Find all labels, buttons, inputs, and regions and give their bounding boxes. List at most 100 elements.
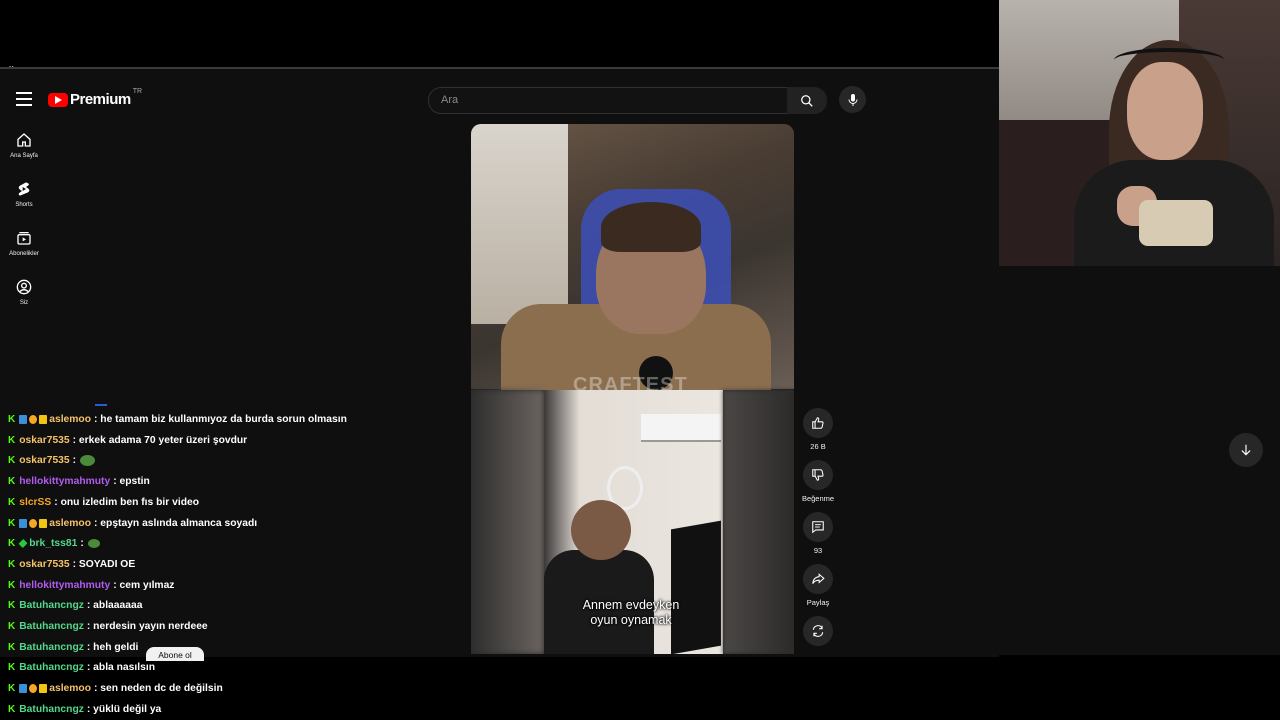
yellow-badge-icon — [39, 684, 48, 694]
nav-label: Shorts — [15, 202, 33, 208]
video-top-frame: CRAFTEST — [471, 124, 794, 396]
yellow-badge-icon — [39, 518, 48, 528]
shorts-video-player[interactable]: CRAFTEST Annem evdeyken oyun oynamak — [471, 124, 794, 654]
webcam-headphones — [1114, 48, 1224, 72]
nav-home[interactable]: Ana Sayfa — [0, 132, 48, 159]
comment-count: 93 — [813, 546, 823, 555]
streamer-webcam — [999, 0, 1280, 266]
chat-text: : epstin — [113, 476, 150, 488]
chat-divider — [95, 404, 107, 406]
youtube-play-icon — [48, 92, 68, 107]
like-count: 26 B — [810, 442, 826, 451]
chat-message: Koskar7535: SOYADI OE — [8, 554, 135, 575]
share-icon — [812, 573, 825, 584]
kick-badge-icon: K — [8, 703, 16, 715]
menu-icon[interactable] — [16, 92, 32, 106]
chat-text: : yüklü değil ya — [86, 703, 162, 715]
dislike-label: Beğenme — [801, 494, 835, 503]
nav-shorts[interactable]: Shorts — [0, 181, 48, 208]
chat-username[interactable]: hellokittymahmuty — [19, 575, 110, 596]
nav-subscriptions[interactable]: Abonelikler — [0, 230, 48, 257]
chat-username[interactable]: Batuhancngz — [19, 637, 84, 658]
search-input[interactable]: Ara — [428, 87, 788, 114]
video-person-hair — [601, 202, 701, 252]
dislike-button[interactable] — [803, 460, 833, 490]
video-person2-head — [571, 500, 631, 560]
kick-badge-icon: K — [8, 621, 16, 632]
chat-username[interactable]: Batuhancngz — [19, 657, 84, 678]
nav-label: Ana Sayfa — [10, 153, 38, 159]
chat-message: Khellokittymahmuty: cem yılmaz — [8, 575, 174, 596]
pepe-emote-icon — [87, 539, 100, 549]
chat-message: Khellokittymahmuty: epstin — [8, 471, 150, 492]
logo-text: Premium — [70, 91, 131, 108]
chat-username[interactable]: oskar7535 — [19, 450, 69, 471]
chat-username[interactable]: aslemoo — [49, 678, 91, 699]
shorts-icon — [18, 182, 30, 196]
yellow-badge-icon — [39, 415, 48, 424]
stream-top-bar — [0, 0, 999, 67]
chat-message: KslcrSS: onu izledim ben fıs bir video — [8, 492, 199, 513]
kick-badge-icon: K — [8, 558, 16, 570]
chat-message: Kaslemoo: epştayn aslında almanca soyadı — [8, 513, 257, 534]
thumbs-up-icon — [812, 417, 824, 429]
chat-message: K Batuhancngz: abla nasılsın — [8, 657, 155, 678]
chat-message: Koskar7535: erkek adama 70 yeter üzeri ş… — [8, 430, 247, 451]
account-icon — [16, 279, 32, 295]
home-icon — [17, 133, 31, 147]
remix-icon — [812, 625, 824, 637]
remix-action[interactable] — [800, 616, 836, 646]
kick-badge-icon: K — [8, 683, 16, 695]
chat-text: : epştayn aslında almanca soyadı — [94, 517, 258, 529]
share-action[interactable]: Paylaş — [800, 564, 836, 607]
chat-username[interactable]: hellokittymahmuty — [19, 471, 110, 492]
chat-username[interactable]: Batuhancngz — [19, 595, 84, 616]
microphone-icon — [848, 93, 857, 106]
green-badge-icon — [18, 539, 28, 549]
chat-username[interactable]: Batuhancngz — [19, 699, 84, 720]
chat-text: : onu izledim ben fıs bir video — [54, 496, 200, 508]
comment-button[interactable] — [803, 512, 833, 542]
comment-action[interactable]: 93 — [800, 512, 836, 555]
nav-label: Abonelikler — [9, 251, 39, 257]
chat-username[interactable]: brk_tss81 — [29, 533, 77, 554]
chat-text: : nerdesin yayın nerdeee — [86, 621, 208, 632]
chat-username[interactable]: oskar7535 — [19, 554, 69, 575]
next-video-button[interactable] — [1229, 433, 1263, 467]
chat-username[interactable]: slcrSS — [19, 492, 51, 513]
chat-username[interactable]: aslemoo — [49, 409, 91, 430]
blue-badge-icon — [19, 415, 28, 424]
chat-message: K Batuhancngz: yüklü değil ya — [8, 699, 161, 720]
comment-icon — [812, 521, 824, 534]
video-air-conditioner — [641, 414, 721, 442]
chat-username[interactable]: aslemoo — [49, 513, 91, 534]
chat-username[interactable]: oskar7535 — [19, 430, 69, 451]
chat-message: K Batuhancngz: nerdesin yayın nerdeee — [8, 616, 208, 637]
video-bottom-frame: Annem evdeyken oyun oynamak — [471, 390, 794, 654]
like-action[interactable]: 26 B — [800, 408, 836, 451]
chat-text: : ablaaaaaa — [86, 600, 143, 612]
chat-username[interactable]: Batuhancngz — [19, 616, 84, 637]
logo-region: TR — [132, 88, 143, 95]
orange-badge-icon — [29, 684, 38, 694]
nav-label: Siz — [19, 300, 29, 306]
thumbs-down-icon — [812, 469, 824, 481]
like-button[interactable] — [803, 408, 833, 438]
search-button[interactable] — [787, 87, 827, 114]
voice-search-button[interactable] — [839, 86, 866, 113]
chat-text: : cem yılmaz — [113, 579, 175, 591]
youtube-premium-logo[interactable]: Premium TR — [48, 88, 143, 108]
remix-button[interactable] — [803, 616, 833, 646]
kick-badge-icon: K — [8, 517, 16, 529]
kick-badge-icon: K — [8, 662, 16, 674]
chat-text: : he tamam biz kullanmıyoz da burda soru… — [94, 414, 347, 425]
nav-you[interactable]: Siz — [0, 279, 48, 306]
caption-line-1: Annem evdeyken — [582, 598, 680, 612]
blue-badge-icon — [19, 684, 28, 694]
orange-badge-icon — [29, 518, 38, 528]
dislike-action[interactable]: Beğenme — [800, 460, 836, 503]
chat-text: : abla nasılsın — [86, 662, 155, 674]
share-button[interactable] — [803, 564, 833, 594]
chat-message: Kbrk_tss81: — [8, 533, 100, 554]
search-placeholder: Ara — [441, 94, 459, 106]
